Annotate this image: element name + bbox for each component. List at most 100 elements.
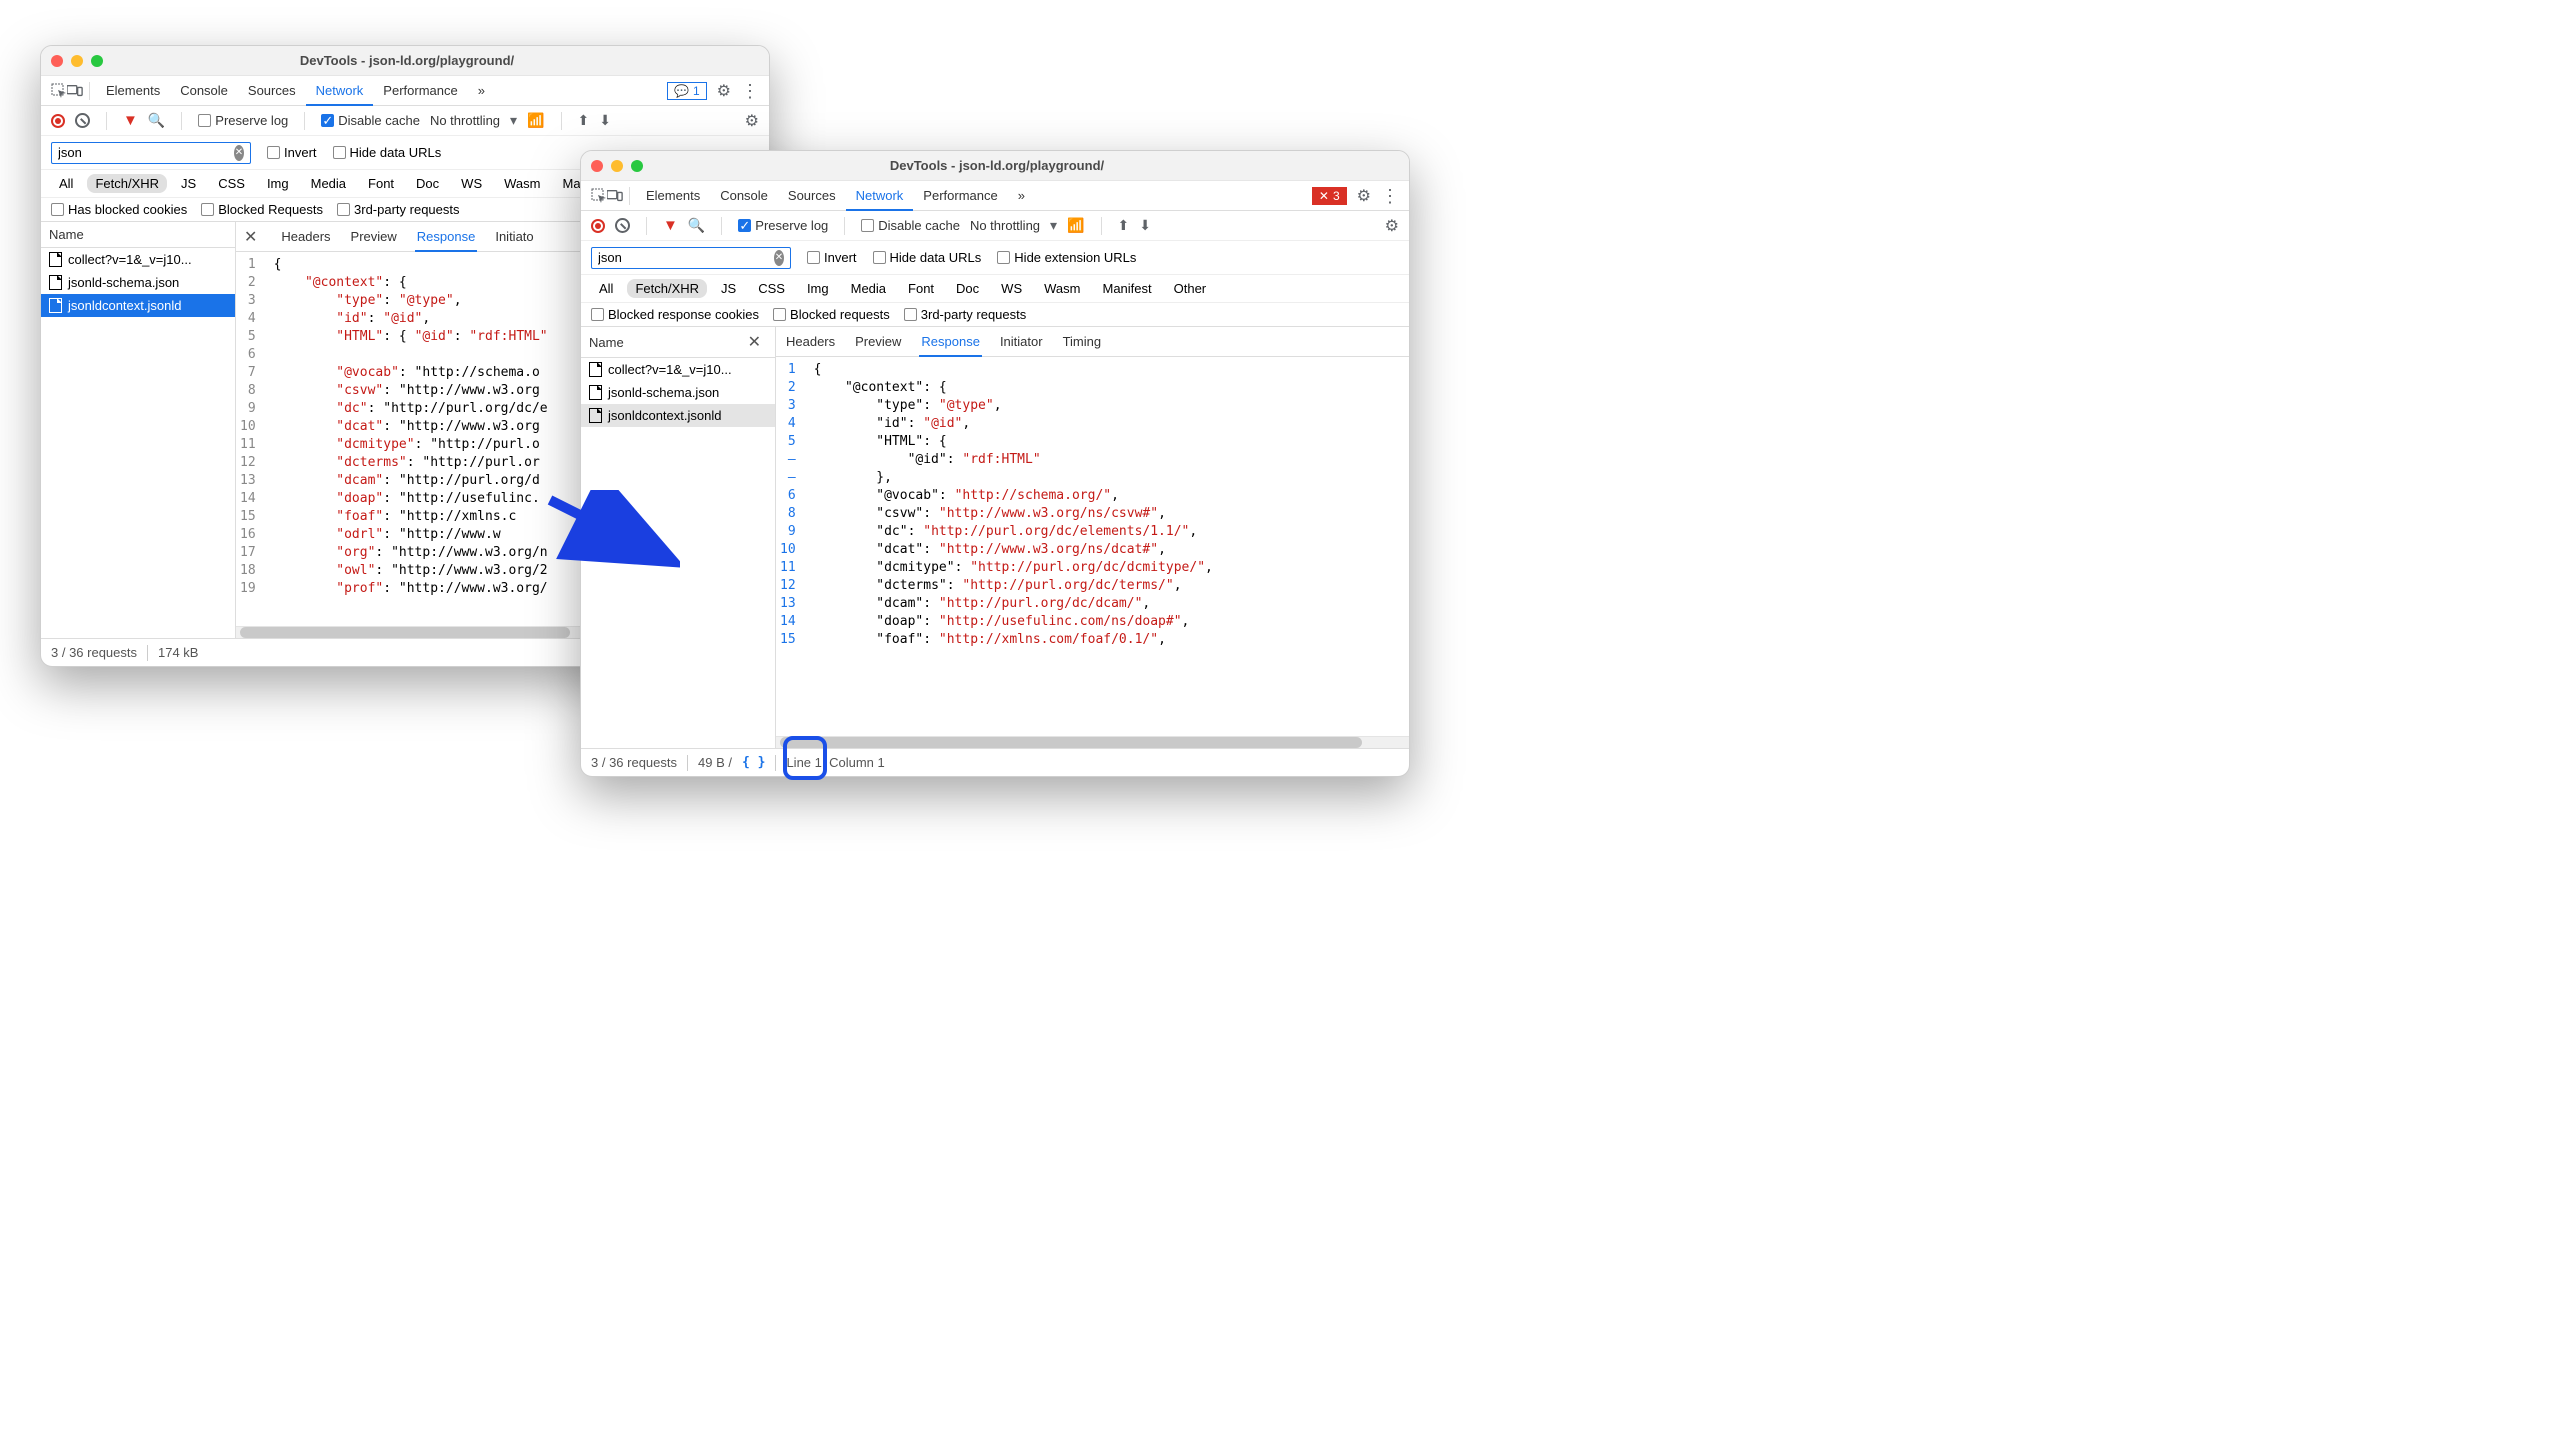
type-all[interactable]: All — [51, 174, 81, 193]
close-detail-icon[interactable]: ✕ — [748, 332, 761, 352]
dtab-response[interactable]: Response — [919, 327, 982, 357]
download-icon[interactable]: ⬇ — [599, 112, 611, 129]
titlebar[interactable]: DevTools - json-ld.org/playground/ — [581, 151, 1409, 181]
extra--rd-party-requests[interactable]: 3rd-party requests — [337, 202, 460, 217]
hide-data-urls-checkbox[interactable]: Hide data URLs — [333, 145, 442, 160]
horizontal-scrollbar[interactable] — [776, 736, 1409, 748]
type-img[interactable]: Img — [799, 279, 837, 298]
type-ws[interactable]: WS — [993, 279, 1030, 298]
type-doc[interactable]: Doc — [408, 174, 447, 193]
issues-badge[interactable]: 💬 1 — [667, 82, 707, 100]
type-media[interactable]: Media — [303, 174, 354, 193]
type-media[interactable]: Media — [843, 279, 894, 298]
type-wasm[interactable]: Wasm — [1036, 279, 1088, 298]
dtab-initiator[interactable]: Initiator — [998, 327, 1045, 357]
type-font[interactable]: Font — [360, 174, 402, 193]
request-item[interactable]: jsonldcontext.jsonld — [41, 294, 235, 317]
overflow-tabs[interactable]: » — [468, 76, 495, 106]
invert-checkbox[interactable]: Invert — [267, 145, 317, 160]
extra-blocked-requests[interactable]: Blocked Requests — [201, 202, 323, 217]
dtab-initiator[interactable]: Initiato — [493, 222, 535, 252]
minimize-icon[interactable] — [611, 160, 623, 172]
extra-blocked-requests[interactable]: Blocked requests — [773, 307, 890, 322]
request-item[interactable]: jsonld-schema.json — [581, 381, 775, 404]
type-js[interactable]: JS — [713, 279, 744, 298]
network-settings-icon[interactable]: ⚙ — [1385, 216, 1399, 236]
inspect-icon[interactable] — [51, 83, 67, 99]
pretty-print-icon[interactable]: { } — [742, 755, 765, 770]
tab-sources[interactable]: Sources — [238, 76, 306, 106]
request-item[interactable]: collect?v=1&_v=j10... — [581, 358, 775, 381]
clear-icon[interactable] — [615, 218, 630, 233]
record-icon[interactable] — [591, 219, 605, 233]
maximize-icon[interactable] — [91, 55, 103, 67]
minimize-icon[interactable] — [71, 55, 83, 67]
device-toolbar-icon[interactable] — [607, 188, 623, 204]
filter-icon[interactable]: ▼ — [663, 217, 678, 234]
tab-elements[interactable]: Elements — [636, 181, 710, 211]
maximize-icon[interactable] — [631, 160, 643, 172]
throttling-select[interactable]: No throttling — [430, 113, 500, 128]
gear-icon[interactable]: ⚙ — [1357, 186, 1371, 206]
request-item[interactable]: collect?v=1&_v=j10... — [41, 248, 235, 271]
preserve-log-checkbox[interactable]: Preserve log — [198, 113, 288, 128]
issues-badge[interactable]: ✕ 3 — [1312, 187, 1347, 205]
name-header[interactable]: Name ✕ — [581, 327, 775, 358]
dtab-headers[interactable]: Headers — [784, 327, 837, 357]
network-settings-icon[interactable]: ⚙ — [745, 111, 759, 131]
extra--rd-party-requests[interactable]: 3rd-party requests — [904, 307, 1027, 322]
extra-has-blocked-cookies[interactable]: Has blocked cookies — [51, 202, 187, 217]
tab-network[interactable]: Network — [846, 181, 914, 211]
type-fetchxhr[interactable]: Fetch/XHR — [627, 279, 707, 298]
kebab-icon[interactable]: ⋮ — [1381, 188, 1399, 204]
type-fetchxhr[interactable]: Fetch/XHR — [87, 174, 167, 193]
search-icon[interactable]: 🔍 — [688, 217, 705, 234]
disable-cache-checkbox[interactable]: ✓Disable cache — [321, 113, 420, 128]
invert-checkbox[interactable]: Invert — [807, 250, 857, 265]
disable-cache-checkbox[interactable]: Disable cache — [861, 218, 960, 233]
dtab-headers[interactable]: Headers — [279, 222, 332, 252]
type-js[interactable]: JS — [173, 174, 204, 193]
type-all[interactable]: All — [591, 279, 621, 298]
record-icon[interactable] — [51, 114, 65, 128]
hide-data-urls-checkbox[interactable]: Hide data URLs — [873, 250, 982, 265]
upload-icon[interactable]: ⬆ — [1118, 217, 1130, 234]
tab-console[interactable]: Console — [710, 181, 778, 211]
clear-filter-icon[interactable]: ✕ — [234, 145, 244, 161]
filter-input[interactable]: ✕ — [591, 247, 791, 269]
filter-input[interactable]: ✕ — [51, 142, 251, 164]
search-icon[interactable]: 🔍 — [148, 112, 165, 129]
type-css[interactable]: CSS — [210, 174, 253, 193]
wifi-icon[interactable]: 📶 — [1067, 217, 1084, 234]
filter-text[interactable] — [598, 250, 774, 265]
name-header[interactable]: Name — [41, 222, 235, 248]
request-item[interactable]: jsonldcontext.jsonld — [581, 404, 775, 427]
type-doc[interactable]: Doc — [948, 279, 987, 298]
clear-icon[interactable] — [75, 113, 90, 128]
tab-network[interactable]: Network — [306, 76, 374, 106]
dtab-response[interactable]: Response — [415, 222, 478, 252]
clear-filter-icon[interactable]: ✕ — [774, 250, 784, 266]
extra-blocked-response-cookies[interactable]: Blocked response cookies — [591, 307, 759, 322]
dtab-timing[interactable]: Timing — [1061, 327, 1104, 357]
chevron-down-icon[interactable]: ▾ — [510, 112, 517, 129]
gear-icon[interactable]: ⚙ — [717, 81, 731, 101]
type-manifest[interactable]: Manifest — [1094, 279, 1159, 298]
type-other[interactable]: Other — [1166, 279, 1215, 298]
type-font[interactable]: Font — [900, 279, 942, 298]
request-item[interactable]: jsonld-schema.json — [41, 271, 235, 294]
dtab-preview[interactable]: Preview — [349, 222, 399, 252]
filter-text[interactable] — [58, 145, 234, 160]
tab-sources[interactable]: Sources — [778, 181, 846, 211]
overflow-tabs[interactable]: » — [1008, 181, 1035, 211]
type-ws[interactable]: WS — [453, 174, 490, 193]
hide-ext-urls-checkbox[interactable]: Hide extension URLs — [997, 250, 1136, 265]
preserve-log-checkbox[interactable]: ✓Preserve log — [738, 218, 828, 233]
type-img[interactable]: Img — [259, 174, 297, 193]
close-icon[interactable] — [51, 55, 63, 67]
close-icon[interactable] — [591, 160, 603, 172]
response-body[interactable]: 12345––689101112131415 { "@context": { "… — [776, 357, 1409, 736]
chevron-down-icon[interactable]: ▾ — [1050, 217, 1057, 234]
kebab-icon[interactable]: ⋮ — [741, 83, 759, 99]
device-toolbar-icon[interactable] — [67, 83, 83, 99]
